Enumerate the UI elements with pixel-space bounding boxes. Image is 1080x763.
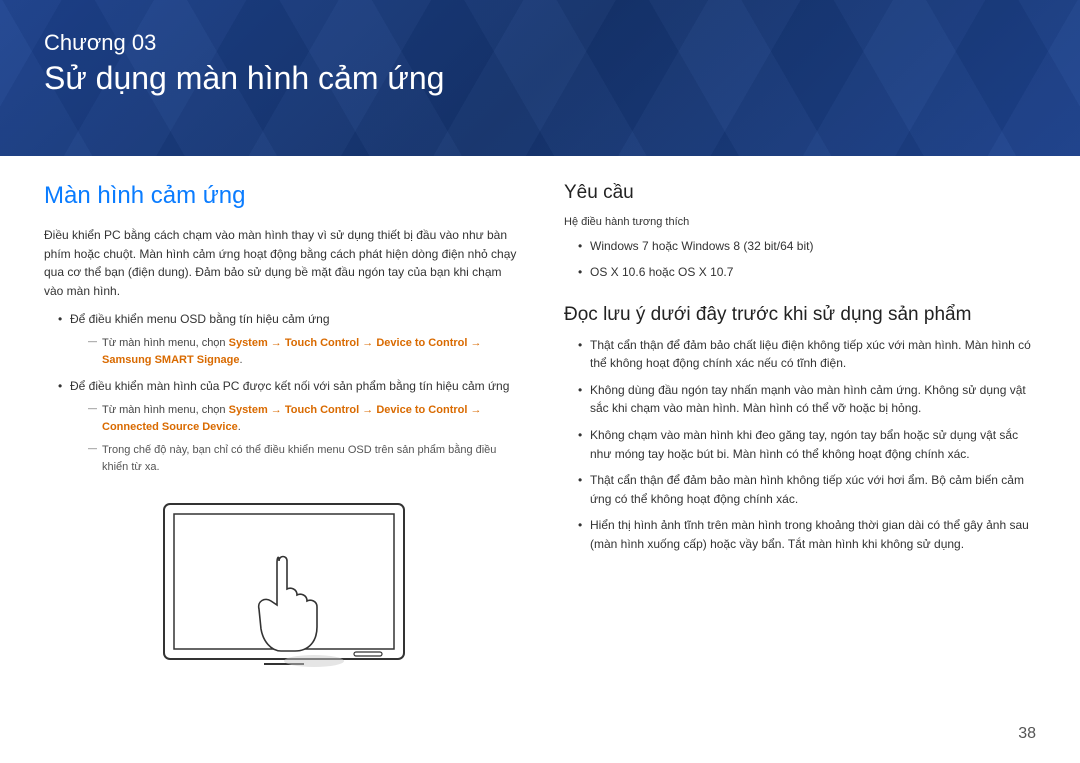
intro-paragraph: Điều khiển PC bằng cách chạm vào màn hìn… bbox=[44, 226, 524, 300]
section-heading-touchscreen: Màn hình cảm ứng bbox=[44, 182, 524, 210]
left-column: Màn hình cảm ứng Điều khiển PC bằng cách… bbox=[44, 182, 524, 689]
arrow-icon: → bbox=[467, 337, 481, 349]
os-list: Windows 7 hoặc Windows 8 (32 bit/64 bit)… bbox=[564, 237, 1036, 282]
note-text: Thật cẩn thận để đảm bảo chất liệu điện … bbox=[590, 338, 1031, 371]
arrow-icon: → bbox=[359, 337, 376, 349]
list-item-text: Để điều khiển màn hình của PC được kết n… bbox=[70, 379, 509, 393]
menu-path-smart-signage: Samsung SMART Signage bbox=[102, 354, 240, 366]
chapter-title: Sử dụng màn hình cảm ứng bbox=[44, 60, 1036, 97]
list-item: Windows 7 hoặc Windows 8 (32 bit/64 bit) bbox=[578, 237, 1036, 256]
content-area: Màn hình cảm ứng Điều khiển PC bằng cách… bbox=[0, 156, 1080, 689]
os-item: OS X 10.6 hoặc OS X 10.7 bbox=[590, 265, 733, 279]
read-before-heading: Đọc lưu ý dưới đây trước khi sử dụng sản… bbox=[564, 304, 1036, 326]
arrow-icon: → bbox=[268, 337, 285, 349]
instruction-list: Để điều khiển menu OSD bằng tín hiệu cảm… bbox=[44, 310, 524, 475]
period: . bbox=[238, 421, 241, 433]
sub-list: Từ màn hình menu, chọn System → Touch Co… bbox=[70, 402, 524, 476]
right-column: Yêu cầu Hệ điều hành tương thích Windows… bbox=[564, 182, 1036, 689]
list-item: Trong chế độ này, bạn chỉ có thể điều kh… bbox=[88, 442, 524, 476]
list-item: Không dùng đầu ngón tay nhấn mạnh vào mà… bbox=[578, 381, 1036, 418]
precautions-list: Thật cẩn thận để đảm bảo chất liệu điện … bbox=[564, 336, 1036, 554]
chapter-header: Chương 03 Sử dụng màn hình cảm ứng bbox=[0, 0, 1080, 156]
page-number: 38 bbox=[1018, 725, 1036, 743]
list-item: Từ màn hình menu, chọn System → Touch Co… bbox=[88, 402, 524, 436]
list-item: Để điều khiển menu OSD bằng tín hiệu cảm… bbox=[58, 310, 524, 369]
requirements-heading: Yêu cầu bbox=[564, 182, 1036, 204]
menu-path-connected-source: Connected Source Device bbox=[102, 421, 238, 433]
sub-item-text: Từ màn hình menu, chọn bbox=[102, 404, 229, 416]
list-item: Để điều khiển màn hình của PC được kết n… bbox=[58, 377, 524, 476]
os-compat-label: Hệ điều hành tương thích bbox=[564, 214, 1036, 231]
arrow-icon: → bbox=[359, 404, 376, 416]
menu-path-system: System bbox=[229, 404, 268, 416]
note-text: Hiển thị hình ảnh tĩnh trên màn hình tro… bbox=[590, 518, 1029, 551]
note-text: Không dùng đầu ngón tay nhấn mạnh vào mà… bbox=[590, 383, 1026, 416]
arrow-icon: → bbox=[268, 404, 285, 416]
arrow-icon: → bbox=[467, 404, 481, 416]
touch-illustration bbox=[154, 494, 414, 689]
period: . bbox=[240, 354, 243, 366]
chapter-label: Chương 03 bbox=[44, 30, 1036, 56]
list-item-text: Để điều khiển menu OSD bằng tín hiệu cảm… bbox=[70, 312, 330, 326]
menu-path-touch-control: Touch Control bbox=[285, 404, 359, 416]
sub-item-text: Từ màn hình menu, chọn bbox=[102, 337, 229, 349]
list-item: Thật cẩn thận để đảm bảo chất liệu điện … bbox=[578, 336, 1036, 373]
os-item: Windows 7 hoặc Windows 8 (32 bit/64 bit) bbox=[590, 239, 813, 253]
list-item: Hiển thị hình ảnh tĩnh trên màn hình tro… bbox=[578, 516, 1036, 553]
menu-path-device-to-control: Device to Control bbox=[376, 337, 467, 349]
list-item: Không chạm vào màn hình khi đeo găng tay… bbox=[578, 426, 1036, 463]
menu-path-touch-control: Touch Control bbox=[285, 337, 359, 349]
note-text: Thật cẩn thận để đảm bảo màn hình không … bbox=[590, 473, 1024, 506]
list-item: Từ màn hình menu, chọn System → Touch Co… bbox=[88, 335, 524, 369]
list-item: Thật cẩn thận để đảm bảo màn hình không … bbox=[578, 471, 1036, 508]
sub-item-note: Trong chế độ này, bạn chỉ có thể điều kh… bbox=[102, 444, 496, 473]
monitor-hand-icon bbox=[154, 494, 414, 684]
menu-path-system: System bbox=[229, 337, 268, 349]
menu-path-device-to-control: Device to Control bbox=[376, 404, 467, 416]
sub-list: Từ màn hình menu, chọn System → Touch Co… bbox=[70, 335, 524, 369]
note-text: Không chạm vào màn hình khi đeo găng tay… bbox=[590, 428, 1018, 461]
list-item: OS X 10.6 hoặc OS X 10.7 bbox=[578, 263, 1036, 282]
